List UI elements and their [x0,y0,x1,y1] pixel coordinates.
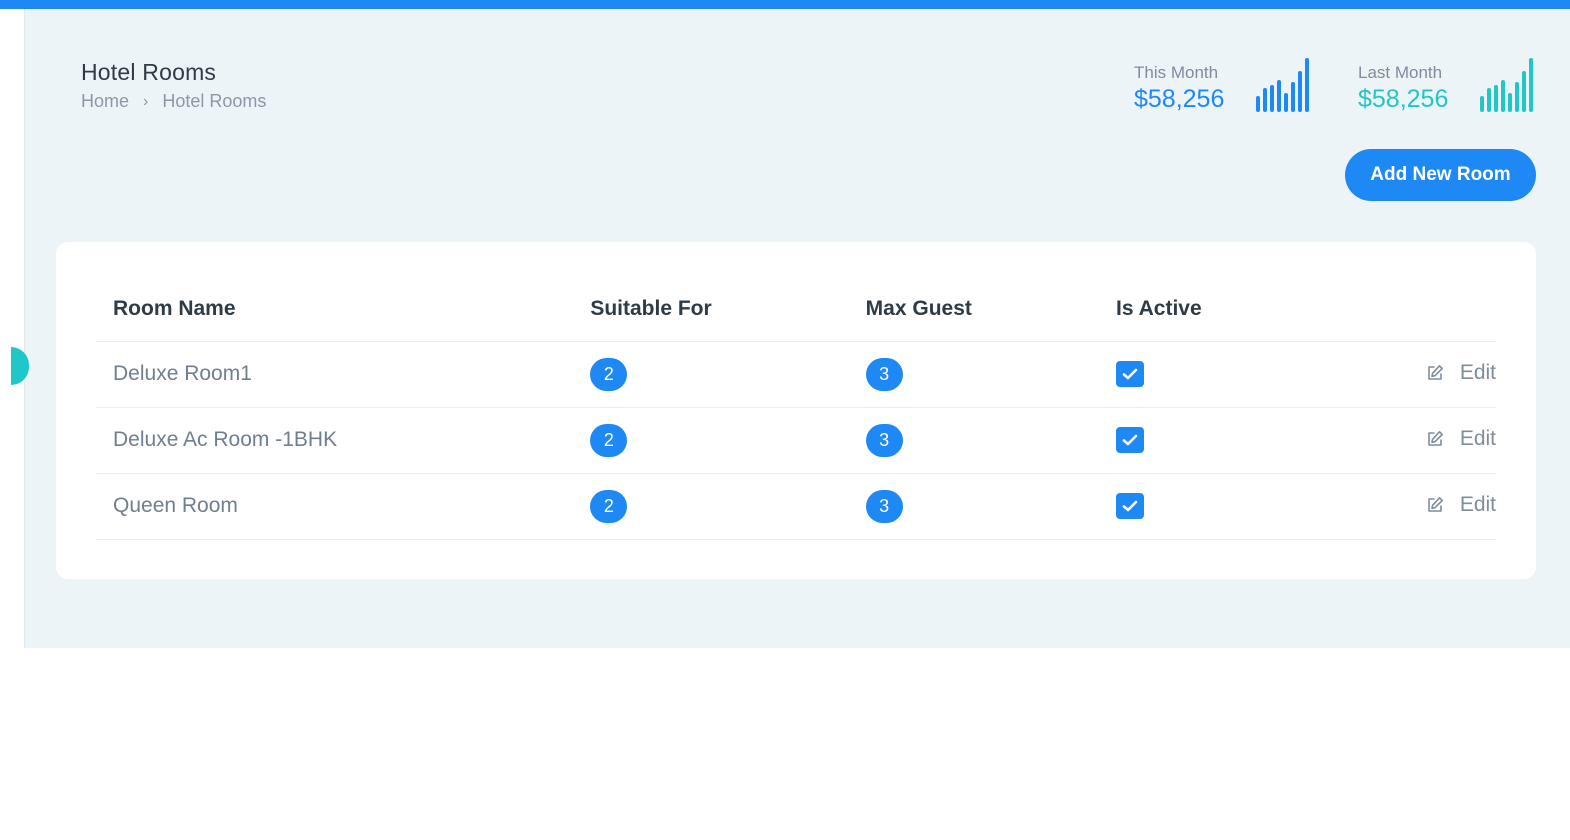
sparkline-bar [1270,85,1274,112]
is-active-checkbox[interactable] [1116,427,1145,453]
suitable-for-badge: 2 [590,423,628,457]
sparkline-last-month [1480,57,1533,112]
max-guest-badge: 3 [865,357,903,391]
sparkline-bar [1529,58,1533,112]
edit-pencil-icon [1428,496,1443,512]
stat-label: Last Month [1358,63,1443,82]
sparkline-bar [1298,71,1302,112]
sparkline-bar [1291,82,1295,112]
suitable-for-cell: 2 [573,473,849,540]
sparkline-bar [1522,71,1526,112]
table-row: Queen Room 2 3 Edit [96,473,1496,540]
actions-cell: Edit [1312,473,1496,540]
sparkline-bar [1284,93,1288,112]
sparkline-this-month [1256,57,1309,112]
breadcrumb-home-link[interactable]: Home [81,91,129,112]
rooms-table-card: Room Name Suitable For Max Guest Is Acti… [56,242,1536,579]
sparkline-bar [1480,96,1484,112]
sidebar-toggle-handle[interactable] [11,347,29,385]
header-room-name: Room Name [96,278,574,342]
sparkline-bar [1305,58,1309,112]
sparkline-bar [1494,85,1498,112]
stat-last-month: Last Month $58,256 [1358,63,1448,114]
sparkline-bar [1501,80,1505,112]
suitable-for-cell: 2 [573,407,849,474]
stat-this-month: This Month $58,256 [1134,63,1224,114]
add-new-room-button[interactable]: Add New Room [1345,149,1536,201]
is-active-cell [1099,407,1313,474]
max-guest-cell: 3 [848,341,1100,408]
edit-pencil-icon [1428,364,1443,380]
edit-label: Edit [1459,492,1496,516]
sparkline-bar [1277,80,1281,112]
stat-value: $58,256 [1134,85,1225,113]
edit-label: Edit [1459,426,1496,450]
checkmark-icon [1122,434,1138,446]
is-active-checkbox[interactable] [1116,493,1145,519]
edit-button[interactable]: Edit [1426,493,1496,517]
sparkline-bar [1487,88,1491,112]
room-name: Deluxe Room1 [96,341,574,408]
page-title: Hotel Rooms [81,59,217,85]
room-name: Queen Room [96,473,574,540]
sparkline-bar [1263,88,1267,112]
actions-cell: Edit [1312,341,1496,408]
table-header-row: Room Name Suitable For Max Guest Is Acti… [96,278,1496,342]
stat-label: This Month [1134,63,1219,82]
suitable-for-badge: 2 [590,489,628,523]
top-accent-bar [0,0,1570,9]
is-active-cell [1099,473,1313,540]
suitable-for-badge: 2 [590,357,628,391]
sparkline-bar [1508,93,1512,112]
stat-value: $58,256 [1358,85,1449,113]
header-suitable-for: Suitable For [573,278,849,342]
header-max-guest: Max Guest [848,278,1100,342]
max-guest-cell: 3 [848,407,1100,474]
is-active-cell [1099,341,1313,408]
room-name: Deluxe Ac Room -1BHK [96,407,574,474]
edit-button[interactable]: Edit [1426,361,1496,385]
table-row: Deluxe Room1 2 3 Edit [96,341,1496,408]
edit-pencil-icon [1428,430,1443,446]
suitable-for-cell: 2 [573,341,849,408]
breadcrumb-current: Hotel Rooms [162,91,267,111]
chevron-right-icon: › [143,92,149,110]
max-guest-cell: 3 [848,473,1100,540]
table-row: Deluxe Ac Room -1BHK 2 3 Edit [96,407,1496,474]
checkmark-icon [1122,368,1138,380]
edit-button[interactable]: Edit [1426,427,1496,451]
max-guest-badge: 3 [865,489,903,523]
header-actions [1312,278,1496,342]
breadcrumb: Home › Hotel Rooms [81,91,266,112]
max-guest-badge: 3 [865,423,903,457]
edit-label: Edit [1459,360,1496,384]
header-is-active: Is Active [1099,278,1313,342]
is-active-checkbox[interactable] [1116,361,1145,387]
checkmark-icon [1122,500,1138,512]
actions-cell: Edit [1312,407,1496,474]
sparkline-bar [1515,82,1519,112]
rooms-table: Room Name Suitable For Max Guest Is Acti… [96,278,1496,540]
sparkline-bar [1256,96,1260,112]
